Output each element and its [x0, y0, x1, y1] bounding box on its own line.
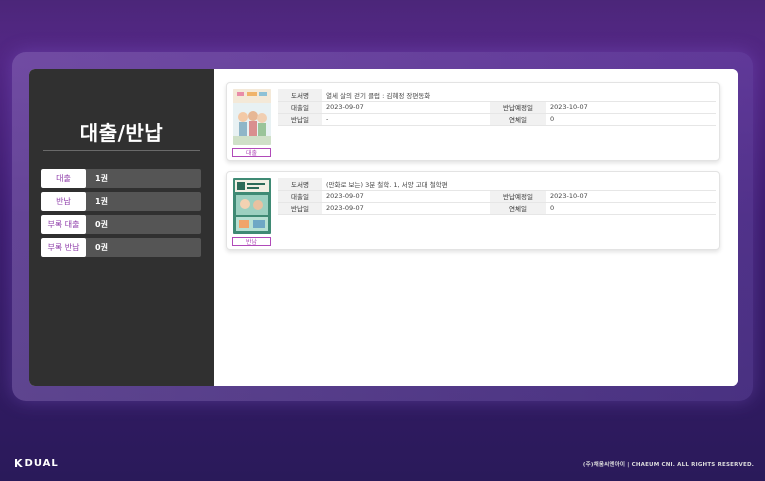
book-list: 대출 도서명 열세 살의 걷기 클럽 : 김혜정 장편동화 대출일 2023-0… [214, 69, 738, 386]
label-overdue-days: 연체일 [490, 113, 546, 126]
stat-row-loan: 대출 1권 [41, 169, 201, 188]
sidebar-title: 대출/반납 [79, 121, 164, 145]
label-return-date: 반납일 [278, 202, 322, 215]
label-loan-date: 대출일 [278, 101, 322, 114]
overdue-days: 0 [546, 113, 716, 126]
logo-text: DUAL [24, 458, 59, 469]
overdue-days: 0 [546, 202, 716, 215]
book-info-table: 도서명 (만화로 보는) 3분 철학. 1, 서양 고대 철학편 대출일 202… [278, 178, 716, 215]
label-loan-date: 대출일 [278, 190, 322, 203]
book-card[interactable]: 반납 도서명 (만화로 보는) 3분 철학. 1, 서양 고대 철학편 대출일 … [226, 171, 720, 250]
label-due-date: 반납예정일 [490, 101, 546, 114]
stat-row-return: 반납 1권 [41, 192, 201, 211]
sidebar-divider [43, 150, 200, 151]
book-cover-image [233, 178, 271, 234]
label-title: 도서명 [278, 178, 322, 191]
return-date: 2023-09-07 [322, 202, 490, 215]
book-info-table: 도서명 열세 살의 걷기 클럽 : 김혜정 장편동화 대출일 2023-09-0… [278, 89, 716, 126]
stat-label: 대출 [41, 169, 86, 188]
book-cover-image [233, 89, 271, 145]
status-badge: 반납 [232, 237, 271, 246]
return-date: - [322, 113, 490, 126]
book-card[interactable]: 대출 도서명 열세 살의 걷기 클럽 : 김혜정 장편동화 대출일 2023-0… [226, 82, 720, 161]
label-title: 도서명 [278, 89, 322, 102]
loan-return-panel: 대출/반납 대출 1권 반납 1권 부록 대출 0권 부록 반납 0권 대출 도… [29, 69, 738, 386]
stat-row-appendix-loan: 부록 대출 0권 [41, 215, 201, 234]
stat-value: 1권 [95, 197, 108, 206]
label-return-date: 반납일 [278, 113, 322, 126]
book-title: 열세 살의 걷기 클럽 : 김혜정 장편동화 [322, 89, 716, 102]
brand-logo: K DUAL [14, 457, 59, 470]
copyright-text: (주)채움씨엔아이 | CHAEUM CNI. ALL RIGHTS RESER… [582, 462, 754, 468]
stat-label: 부록 대출 [41, 215, 86, 234]
book-title: (만화로 보는) 3분 철학. 1, 서양 고대 철학편 [322, 178, 716, 191]
sidebar: 대출/반납 대출 1권 반납 1권 부록 대출 0권 부록 반납 0권 [29, 69, 214, 386]
stat-value: 1권 [95, 174, 108, 183]
due-date: 2023-10-07 [546, 101, 716, 114]
loan-date: 2023-09-07 [322, 101, 490, 114]
stat-value: 0권 [95, 243, 108, 252]
due-date: 2023-10-07 [546, 190, 716, 203]
label-overdue-days: 연체일 [490, 202, 546, 215]
label-due-date: 반납예정일 [490, 190, 546, 203]
background-glow [0, 0, 765, 60]
stat-row-appendix-return: 부록 반납 0권 [41, 238, 201, 257]
loan-date: 2023-09-07 [322, 190, 490, 203]
stat-label: 반납 [41, 192, 86, 211]
stat-label: 부록 반납 [41, 238, 86, 257]
status-badge: 대출 [232, 148, 271, 157]
logo-k: K [14, 457, 24, 470]
stat-value: 0권 [95, 220, 108, 229]
